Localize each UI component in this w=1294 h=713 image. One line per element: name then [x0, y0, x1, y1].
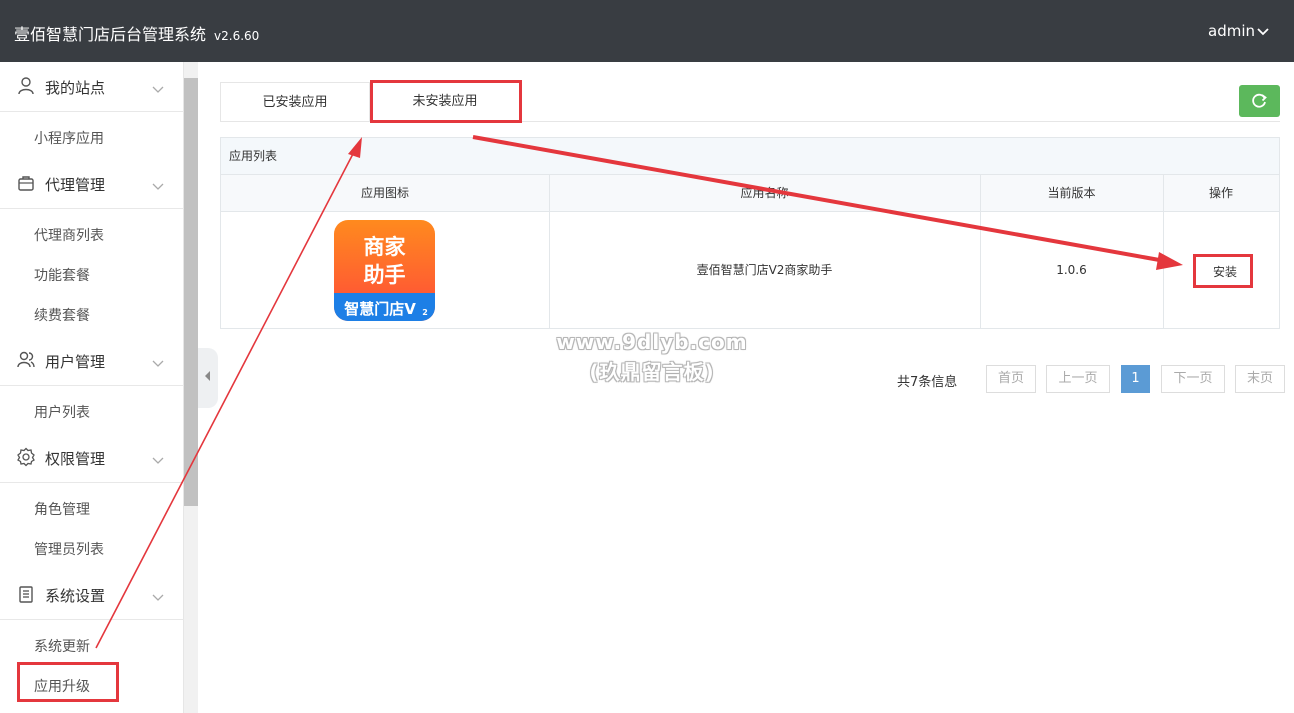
sidebar-group-users[interactable]: 用户管理	[0, 336, 184, 386]
clipboard-icon	[16, 584, 36, 604]
app-list-panel: 应用列表 应用图标 应用名称 当前版本 操作 商家 助手 智慧门店V 2 壹佰智…	[220, 137, 1280, 329]
sidebar-item-feature-package[interactable]: 功能套餐	[34, 265, 90, 285]
app-title-text: 壹佰智慧门店后台管理系统	[14, 25, 207, 44]
sidebar-group-label: 用户管理	[45, 353, 106, 371]
watermark: www.9dlyb.com (玖鼎留言板)	[552, 330, 752, 385]
app-icon: 商家 助手 智慧门店V 2	[334, 220, 435, 321]
sidebar-group-label: 权限管理	[45, 450, 106, 468]
chevron-down-icon	[152, 79, 164, 93]
column-header-version: 当前版本	[980, 175, 1163, 212]
sidebar-item-agent-list[interactable]: 代理商列表	[34, 225, 104, 245]
app-icon-text-sup: 2	[422, 308, 428, 317]
user-icon	[16, 76, 36, 96]
chevron-down-icon	[152, 587, 164, 601]
chevron-down-icon	[152, 450, 164, 464]
sidebar-group-agent[interactable]: 代理管理	[0, 159, 184, 209]
sidebar-item-user-list[interactable]: 用户列表	[34, 402, 90, 422]
app-icon-text-bottom: 智慧门店V	[344, 300, 416, 318]
chevron-down-icon	[1257, 25, 1269, 39]
sidebar: 我的站点 小程序应用 代理管理 代理商列表 功能套餐 续费套餐 用户管理 用户列…	[0, 62, 184, 713]
chevron-down-icon	[152, 176, 164, 190]
chevron-left-icon	[204, 371, 212, 385]
pagination-info: 共7条信息	[897, 375, 958, 390]
sidebar-group-permission[interactable]: 权限管理	[0, 433, 184, 483]
app-icon-text-mid: 助手	[364, 263, 406, 287]
sidebar-item-miniapp[interactable]: 小程序应用	[34, 128, 104, 148]
user-menu[interactable]: admin	[1208, 22, 1269, 40]
sidebar-group-my-site[interactable]: 我的站点	[0, 62, 184, 112]
sidebar-item-role-management[interactable]: 角色管理	[34, 499, 90, 519]
watermark-line1: www.9dlyb.com	[556, 330, 748, 354]
column-header-name: 应用名称	[549, 175, 980, 212]
highlight-box-app-upgrade	[17, 662, 119, 702]
pagination-current-page[interactable]: 1	[1121, 365, 1150, 393]
pagination-first[interactable]: 首页	[986, 365, 1036, 393]
highlight-box-install	[1193, 254, 1253, 288]
sidebar-group-label: 代理管理	[45, 176, 106, 194]
app-icon-text-top: 商家	[364, 235, 407, 259]
highlight-box-uninstalled-tab	[370, 80, 522, 123]
gear-icon	[16, 447, 36, 467]
refresh-icon	[1239, 93, 1280, 121]
users-icon	[16, 350, 36, 370]
sidebar-group-label: 我的站点	[45, 79, 106, 97]
app-title: 壹佰智慧门店后台管理系统 v2.6.60	[14, 21, 259, 45]
app-version: v2.6.60	[214, 29, 260, 43]
sidebar-collapse-button[interactable]	[198, 348, 218, 408]
app-name-cell: 壹佰智慧门店V2商家助手	[696, 263, 833, 277]
sidebar-item-system-update[interactable]: 系统更新	[34, 636, 90, 656]
column-header-action: 操作	[1163, 175, 1279, 212]
pagination-prev[interactable]: 上一页	[1046, 365, 1110, 393]
pagination-last[interactable]: 末页	[1235, 365, 1285, 393]
sidebar-group-system-settings[interactable]: 系统设置	[0, 570, 184, 620]
refresh-button[interactable]	[1239, 85, 1280, 117]
bag-icon	[16, 173, 36, 193]
sidebar-scrollbar-thumb[interactable]	[184, 78, 198, 506]
sidebar-group-label: 系统设置	[45, 587, 106, 605]
column-header-icon: 应用图标	[221, 175, 549, 212]
chevron-down-icon	[152, 353, 164, 367]
sidebar-item-renewal-package[interactable]: 续费套餐	[34, 305, 90, 325]
app-version-cell: 1.0.6	[1056, 263, 1087, 277]
top-bar: 壹佰智慧门店后台管理系统 v2.6.60 admin	[0, 0, 1294, 62]
column-divider	[1163, 175, 1164, 328]
panel-title: 应用列表	[221, 138, 1279, 175]
user-name: admin	[1208, 22, 1255, 40]
sidebar-item-admin-list[interactable]: 管理员列表	[34, 539, 104, 559]
tab-installed-apps[interactable]: 已安装应用	[220, 82, 370, 122]
watermark-line2: (玖鼎留言板)	[589, 360, 715, 384]
pagination-next[interactable]: 下一页	[1161, 365, 1225, 393]
